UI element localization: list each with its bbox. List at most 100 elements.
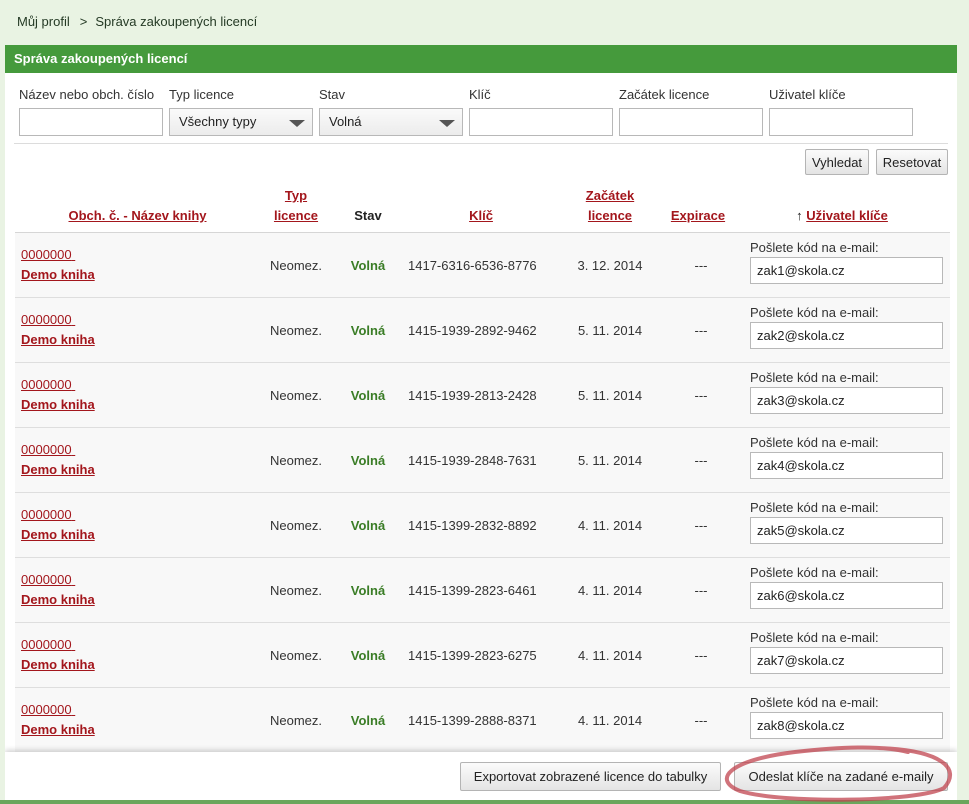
order-number-link[interactable]: 0000000 [21, 377, 75, 392]
table-row: 0000000 Demo kniha Neomez. Volná 1415-139… [15, 622, 950, 688]
reset-button[interactable]: Resetovat [876, 149, 948, 175]
start-date-cell: 5. 11. 2014 [558, 362, 662, 428]
filter-user-input[interactable] [769, 108, 913, 136]
order-number-link[interactable]: 0000000 [21, 247, 75, 262]
book-title-link[interactable]: Demo kniha [21, 722, 95, 737]
user-cell: Pošlete kód na e-mail: [734, 362, 950, 428]
filter-status-value: Volná [329, 114, 362, 129]
email-label: Pošlete kód na e-mail: [750, 565, 879, 580]
key-cell: 1415-1399-2823-6275 [404, 622, 558, 688]
filter-type-label: Typ licence [169, 87, 235, 102]
key-cell: 1415-1939-2892-9462 [404, 297, 558, 363]
filter-key-input[interactable] [469, 108, 613, 136]
license-type-cell: Neomez. [260, 622, 332, 688]
start-date-cell: 5. 11. 2014 [558, 427, 662, 493]
book-cell: 0000000 Demo kniha [15, 622, 260, 688]
sort-key-link[interactable]: Klíč [469, 208, 493, 223]
email-input[interactable] [750, 647, 943, 674]
key-cell: 1415-1399-2888-8371 [404, 687, 558, 753]
expiration-cell: --- [662, 362, 734, 428]
book-title-link[interactable]: Demo kniha [21, 592, 95, 607]
breadcrumb-home-link[interactable]: Můj profil [17, 14, 70, 29]
filter-status-select[interactable]: Volná [319, 108, 463, 136]
table-row: 0000000 Demo kniha Neomez. Volná 1417-631… [15, 232, 950, 298]
sort-type-link[interactable]: Typ licence [274, 188, 318, 223]
email-input[interactable] [750, 517, 943, 544]
filter-name-input[interactable] [19, 108, 163, 136]
email-input[interactable] [750, 452, 943, 479]
book-title-link[interactable]: Demo kniha [21, 267, 95, 282]
book-title-link[interactable]: Demo kniha [21, 332, 95, 347]
sort-user-link[interactable]: Uživatel klíče [806, 208, 888, 223]
send-keys-button[interactable]: Odeslat klíče na zadané e-maily [734, 762, 948, 791]
table-row: 0000000 Demo kniha Neomez. Volná 1415-193… [15, 362, 950, 428]
search-button[interactable]: Vyhledat [805, 149, 869, 175]
order-number-link[interactable]: 0000000 [21, 312, 75, 327]
email-label: Pošlete kód na e-mail: [750, 370, 879, 385]
book-title-link[interactable]: Demo kniha [21, 462, 95, 477]
filter-start-input[interactable] [619, 108, 763, 136]
filter-start-label: Začátek licence [619, 87, 710, 102]
license-type-cell: Neomez. [260, 297, 332, 363]
start-date-cell: 3. 12. 2014 [558, 232, 662, 298]
expiration-cell: --- [662, 492, 734, 558]
filter-type-select[interactable]: Všechny typy [169, 108, 313, 136]
email-input[interactable] [750, 387, 943, 414]
email-label: Pošlete kód na e-mail: [750, 435, 879, 450]
breadcrumb: Můj profil > Správa zakoupených licencí [17, 14, 263, 29]
email-label: Pošlete kód na e-mail: [750, 500, 879, 515]
email-input[interactable] [750, 257, 943, 284]
user-cell: Pošlete kód na e-mail: [734, 427, 950, 493]
order-number-link[interactable]: 0000000 [21, 442, 75, 457]
email-input[interactable] [750, 322, 943, 349]
expiration-cell: --- [662, 622, 734, 688]
license-type-cell: Neomez. [260, 427, 332, 493]
email-label: Pošlete kód na e-mail: [750, 305, 879, 320]
filter-name-label: Název nebo obch. číslo [19, 87, 155, 102]
status-cell: Volná [332, 232, 404, 298]
license-table: Obch. č. - Název knihy Typ licence Stav K… [15, 186, 950, 753]
license-type-cell: Neomez. [260, 687, 332, 753]
sort-start-link[interactable]: Začátek licence [586, 188, 634, 223]
expiration-cell: --- [662, 232, 734, 298]
order-number-link[interactable]: 0000000 [21, 507, 75, 522]
book-title-link[interactable]: Demo kniha [21, 397, 95, 412]
email-input[interactable] [750, 712, 943, 739]
table-header-row: Obch. č. - Název knihy Typ licence Stav K… [15, 186, 950, 233]
user-cell: Pošlete kód na e-mail: [734, 492, 950, 558]
order-number-link[interactable]: 0000000 [21, 702, 75, 717]
export-button[interactable]: Exportovat zobrazené licence do tabulky [460, 762, 721, 791]
header-user[interactable]: ↑ Uživatel klíče [734, 186, 950, 233]
breadcrumb-current: Správa zakoupených licencí [95, 14, 258, 29]
email-label: Pošlete kód na e-mail: [750, 695, 879, 710]
key-cell: 1415-1939-2813-2428 [404, 362, 558, 428]
table-row: 0000000 Demo kniha Neomez. Volná 1415-139… [15, 557, 950, 623]
user-cell: Pošlete kód na e-mail: [734, 622, 950, 688]
email-label: Pošlete kód na e-mail: [750, 240, 879, 255]
header-book[interactable]: Obch. č. - Název knihy [15, 186, 260, 233]
status-cell: Volná [332, 362, 404, 428]
status-cell: Volná [332, 297, 404, 363]
sort-book-link[interactable]: Obch. č. - Název knihy [69, 208, 207, 223]
book-cell: 0000000 Demo kniha [15, 232, 260, 298]
header-expiration[interactable]: Expirace [662, 186, 734, 233]
start-date-cell: 5. 11. 2014 [558, 297, 662, 363]
start-date-cell: 4. 11. 2014 [558, 492, 662, 558]
sort-expiration-link[interactable]: Expirace [671, 208, 725, 223]
header-type[interactable]: Typ licence [260, 186, 332, 233]
header-key[interactable]: Klíč [404, 186, 558, 233]
book-cell: 0000000 Demo kniha [15, 687, 260, 753]
book-cell: 0000000 Demo kniha [15, 362, 260, 428]
header-start[interactable]: Začátek licence [558, 186, 662, 233]
order-number-link[interactable]: 0000000 [21, 637, 75, 652]
email-input[interactable] [750, 582, 943, 609]
book-title-link[interactable]: Demo kniha [21, 657, 95, 672]
book-cell: 0000000 Demo kniha [15, 297, 260, 363]
table-row: 0000000 Demo kniha Neomez. Volná 1415-193… [15, 297, 950, 363]
book-title-link[interactable]: Demo kniha [21, 527, 95, 542]
status-cell: Volná [332, 687, 404, 753]
header-start-line1: Začátek [585, 188, 635, 203]
sort-ascending-icon: ↑ [796, 208, 803, 223]
panel-title: Správa zakoupených licencí [5, 45, 957, 73]
order-number-link[interactable]: 0000000 [21, 572, 75, 587]
